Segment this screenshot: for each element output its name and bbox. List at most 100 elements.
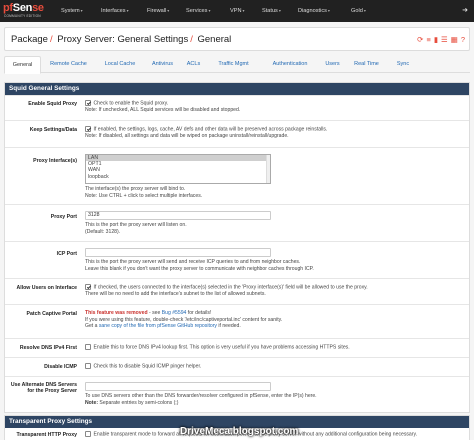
chevron-down-icon: ▾: [242, 8, 245, 13]
row-allow-users: Allow Users on Interface If checked, the…: [5, 278, 469, 303]
label-disable-icmp: Disable ICMP: [44, 364, 77, 370]
allow-users-text: If checked, the users connected to the i…: [93, 284, 368, 291]
nav-gold[interactable]: Gold▾: [351, 0, 366, 22]
logout-icon[interactable]: ➜: [461, 7, 469, 15]
proxy-interfaces-note: Note: Use CTRL + click to select multipl…: [85, 192, 203, 199]
chevron-down-icon: ▾: [278, 8, 281, 13]
proxy-port-input[interactable]: 3128: [85, 211, 271, 220]
pfsense-logo[interactable]: pfSense COMMUNITY EDITION: [3, 3, 47, 19]
allow-users-note: There will be no need to add the interfa…: [85, 291, 266, 298]
nav-system[interactable]: System▾: [61, 0, 83, 22]
tab-local-cache[interactable]: Local Cache: [96, 56, 144, 73]
tab-bar: General Remote Cache Local Cache Antivir…: [4, 56, 470, 74]
keep-settings-checkbox[interactable]: [85, 126, 91, 132]
row-keep-settings: Keep Settings/Data If enabled, the setti…: [5, 120, 469, 146]
row-resolve-ipv4: Resolve DNS IPv4 First Enable this to fo…: [5, 338, 469, 356]
row-proxy-interfaces: Proxy Interface(s) LAN OPT1 WAN loopback…: [5, 147, 469, 203]
enable-squid-checkbox[interactable]: [85, 100, 91, 106]
icp-port-note: Leave this blank if you don't want the p…: [85, 265, 314, 272]
breadcrumb-proxy-server[interactable]: Proxy Server: General Settings: [57, 34, 188, 45]
breadcrumb-package[interactable]: Package: [11, 34, 48, 45]
label-proxy-port: Proxy Port: [50, 214, 77, 220]
brand-prefix: pf: [3, 2, 13, 14]
help-icon[interactable]: ?: [461, 35, 465, 45]
label-allow-users: Allow Users on Interface: [16, 285, 77, 291]
nav-diagnostics[interactable]: Diagnostics▾: [298, 0, 330, 22]
transparent-http-checkbox[interactable]: [85, 431, 91, 437]
row-alternate-dns: Use Alternate DNS Servers for the Proxy …: [5, 376, 469, 413]
settings-icon[interactable]: ≡: [426, 35, 430, 45]
resolve-ipv4-checkbox[interactable]: [85, 344, 91, 350]
label-icp-port: ICP Port: [56, 251, 77, 257]
nav-firewall[interactable]: Firewall▾: [147, 0, 169, 22]
list-icon[interactable]: ☰: [441, 35, 448, 45]
row-icp-port: ICP Port This is the port the proxy serv…: [5, 241, 469, 277]
label-keep-settings: Keep Settings/Data: [29, 127, 77, 133]
row-patch-captive-portal: Patch Captive Portal This feature was re…: [5, 304, 469, 337]
alternate-dns-note: Separate entries by semi-colons (;): [98, 399, 179, 406]
feature-removed-text: This feature was removed: [85, 310, 148, 316]
allow-users-checkbox[interactable]: [85, 284, 91, 290]
row-enable-squid: Enable Squid Proxy Check to enable the S…: [5, 95, 469, 119]
proxy-port-help: This is the port the proxy server will l…: [85, 222, 187, 228]
brand-edition: COMMUNITY EDITION: [4, 14, 41, 18]
label-patch-captive-portal: Patch Captive Portal: [26, 311, 77, 317]
tab-antivirus[interactable]: Antivirus: [145, 56, 180, 73]
chevron-down-icon: ▾: [126, 8, 129, 13]
label-transparent-http: Transparent HTTP Proxy: [16, 432, 77, 438]
listbox-scrollbar[interactable]: [266, 155, 270, 183]
nav-vpn[interactable]: VPN▾: [230, 0, 245, 22]
tab-remote-cache[interactable]: Remote Cache: [42, 56, 95, 73]
enable-squid-text: Check to enable the Squid proxy.: [93, 100, 169, 107]
disable-icmp-checkbox[interactable]: [85, 363, 91, 369]
keep-settings-text: If enabled, the settings, logs, cache, A…: [93, 126, 328, 133]
github-copy-link[interactable]: sane copy of the file from pfSense GitHu…: [99, 323, 217, 329]
chevron-down-icon: ▾: [208, 8, 211, 13]
row-proxy-port: Proxy Port 3128 This is the port the pro…: [5, 204, 469, 240]
keep-settings-note: Note: If disabled, all settings and data…: [85, 133, 289, 140]
proxy-interfaces-select[interactable]: LAN OPT1 WAN loopback: [85, 154, 271, 184]
label-alternate-dns: Use Alternate DNS Servers for the Proxy …: [10, 382, 77, 394]
proxy-interfaces-help: The interface(s) the proxy server will b…: [85, 186, 186, 192]
tab-acls[interactable]: ACLs: [181, 56, 206, 73]
tab-authentication[interactable]: Authentication: [261, 56, 319, 73]
tab-traffic-mgmt[interactable]: Traffic Mgmt: [207, 56, 260, 73]
interface-option-loopback[interactable]: loopback: [86, 174, 270, 180]
nav-status[interactable]: Status▾: [262, 0, 281, 22]
proxy-port-default: (Default: 3128).: [85, 228, 121, 235]
enable-squid-note: Note: If unchecked, ALL Squid services w…: [85, 107, 241, 114]
label-proxy-interfaces: Proxy Interface(s): [33, 158, 77, 164]
tab-general[interactable]: General: [4, 56, 41, 74]
chevron-down-icon: ▾: [327, 8, 330, 13]
reload-icon[interactable]: ⟳: [417, 35, 423, 45]
top-navbar: pfSense COMMUNITY EDITION System▾ Interf…: [0, 0, 474, 22]
patch-portal-line2: If you were using this feature, double-c…: [85, 316, 283, 323]
table-icon[interactable]: ▦: [451, 35, 458, 45]
breadcrumb-icons: ⟳ ≡ ▮ ☰ ▦ ?: [417, 35, 465, 45]
chevron-down-icon: ▾: [80, 8, 83, 13]
brand-name-a: Sen: [12, 2, 33, 14]
breadcrumb-general: General: [197, 34, 232, 45]
icp-port-help: This is the port the proxy server will s…: [85, 259, 301, 265]
disable-icmp-text: Check this to disable Squid ICMP pinger …: [93, 363, 202, 370]
panel-heading: Squid General Settings: [5, 83, 469, 95]
chevron-down-icon: ▾: [167, 8, 170, 13]
squid-general-panel: Squid General Settings Enable Squid Prox…: [4, 82, 470, 413]
nav-services[interactable]: Services▾: [186, 0, 210, 22]
bug-5594-link[interactable]: Bug #5594: [162, 310, 187, 316]
row-disable-icmp: Disable ICMP Check this to disable Squid…: [5, 357, 469, 375]
label-enable-squid: Enable Squid Proxy: [28, 101, 77, 107]
breadcrumb-bar: Package / Proxy Server: General Settings /…: [4, 27, 470, 51]
breadcrumb: Package / Proxy Server: General Settings /…: [11, 34, 232, 45]
alternate-dns-help: To use DNS servers other than the DNS fo…: [85, 393, 317, 399]
tab-real-time[interactable]: Real Time: [346, 56, 387, 73]
nav-interfaces[interactable]: Interfaces▾: [101, 0, 129, 22]
icp-port-input[interactable]: [85, 248, 271, 257]
tab-users[interactable]: Users: [320, 56, 345, 73]
tab-sync[interactable]: Sync: [388, 56, 418, 73]
resolve-ipv4-text: Enable this to force DNS IPv4 lookup fir…: [93, 344, 350, 351]
chart-icon[interactable]: ▮: [434, 35, 438, 45]
watermark: DriveMeca.blogspot.com: [180, 426, 299, 437]
label-resolve-ipv4: Resolve DNS IPv4 First: [19, 345, 77, 351]
alternate-dns-input[interactable]: [85, 382, 271, 391]
